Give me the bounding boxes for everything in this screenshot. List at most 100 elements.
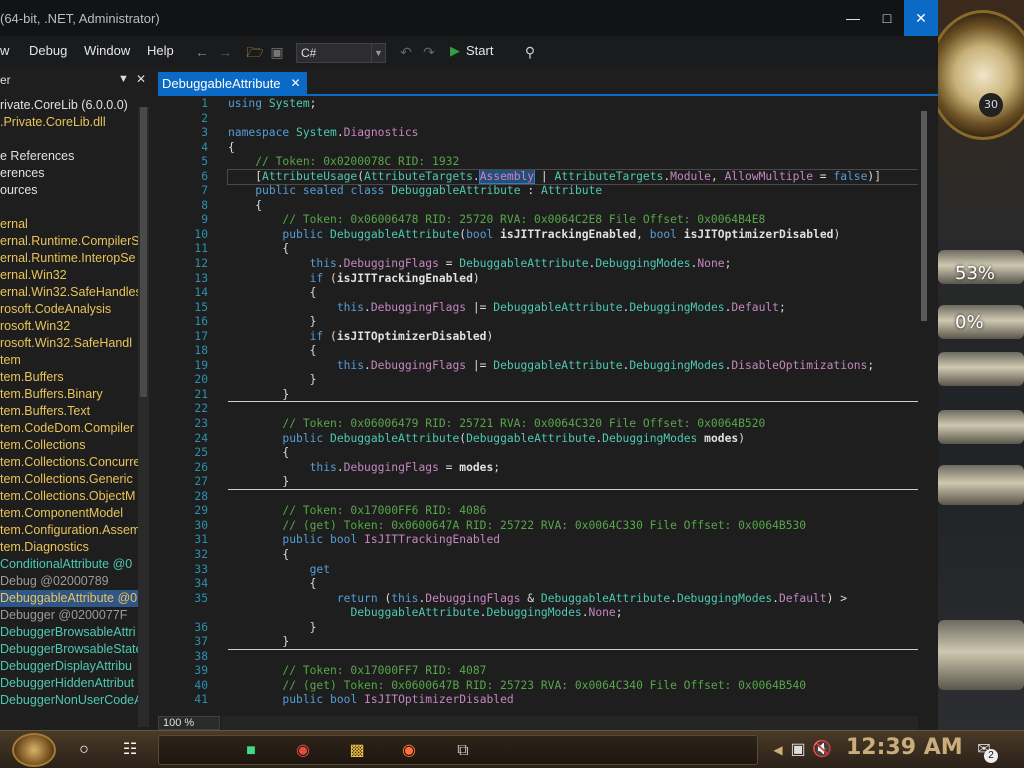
close-icon[interactable]: ✕ bbox=[904, 0, 938, 36]
code-line[interactable]: this.DebuggingFlags = DebuggableAttribut… bbox=[228, 257, 918, 272]
menu-view[interactable]: w bbox=[0, 43, 9, 58]
search-icon[interactable]: ⚲ bbox=[520, 42, 540, 62]
open-folder-icon[interactable]: 🗁 bbox=[245, 42, 265, 62]
menu-window[interactable]: Window bbox=[84, 43, 130, 58]
minimize-icon[interactable]: — bbox=[836, 0, 870, 36]
code-line[interactable]: } bbox=[228, 635, 918, 650]
code-line[interactable]: { bbox=[228, 446, 918, 461]
undo-icon[interactable]: ↶ bbox=[396, 42, 416, 62]
code-line[interactable]: // (get) Token: 0x0600647B RID: 25723 RV… bbox=[228, 679, 918, 694]
editor-vertical-scrollbar[interactable] bbox=[918, 97, 930, 715]
tree-item[interactable]: rivate.CoreLib (6.0.0.0) bbox=[0, 97, 138, 114]
tree-item[interactable]: ernal.Win32 bbox=[0, 267, 138, 284]
tree-item[interactable]: DebuggerHiddenAttribut bbox=[0, 675, 138, 692]
tree-item[interactable] bbox=[0, 199, 138, 216]
maximize-icon[interactable]: □ bbox=[870, 0, 904, 36]
tree-item[interactable]: tem.ComponentModel bbox=[0, 505, 138, 522]
tree-item[interactable]: tem.Configuration.Assem bbox=[0, 522, 138, 539]
tree-scrollbar[interactable] bbox=[138, 107, 149, 727]
back-icon[interactable]: ← bbox=[192, 42, 212, 62]
code-line[interactable]: [AttributeUsage(AttributeTargets.Assembl… bbox=[227, 168, 919, 186]
tree-item[interactable]: tem.Collections.ObjectM bbox=[0, 488, 138, 505]
code-line[interactable]: public bool IsJITOptimizerDisabled bbox=[228, 693, 918, 708]
code-line[interactable]: DebuggableAttribute.DebuggingModes.None; bbox=[228, 606, 918, 621]
code-line[interactable]: public DebuggableAttribute(bool isJITTra… bbox=[228, 228, 918, 243]
tab-debuggableattribute[interactable]: DebuggableAttribute ✕ bbox=[158, 72, 307, 96]
search-circle-icon[interactable]: ○ bbox=[72, 739, 96, 761]
code-line[interactable]: // Token: 0x06006479 RID: 25721 RVA: 0x0… bbox=[228, 417, 918, 432]
menu-help[interactable]: Help bbox=[147, 43, 174, 58]
tree-item[interactable]: rosoft.CodeAnalysis bbox=[0, 301, 138, 318]
close-icon[interactable]: ✕ bbox=[136, 73, 146, 86]
save-icon[interactable]: ▣ bbox=[267, 42, 287, 62]
tree-item[interactable]: tem.Collections.Generic bbox=[0, 471, 138, 488]
tree-item[interactable]: rosoft.Win32 bbox=[0, 318, 138, 335]
tree-item[interactable]: DebuggerBrowsableAttri bbox=[0, 624, 138, 641]
code-line[interactable]: public DebuggableAttribute(DebuggableAtt… bbox=[228, 432, 918, 447]
tree-item[interactable]: tem.Buffers.Text bbox=[0, 403, 138, 420]
code-line[interactable]: this.DebuggingFlags = modes; bbox=[228, 461, 918, 476]
code-line[interactable]: // Token: 0x06006478 RID: 25720 RVA: 0x0… bbox=[228, 213, 918, 228]
tree-item[interactable]: DebuggerDisplayAttribu bbox=[0, 658, 138, 675]
volume-muted-icon[interactable]: 🔇 bbox=[810, 739, 834, 761]
tree-item[interactable]: ources bbox=[0, 182, 138, 199]
code-line[interactable] bbox=[228, 112, 918, 127]
code-line[interactable]: namespace System.Diagnostics bbox=[228, 126, 918, 141]
start-button[interactable]: ▶ Start bbox=[450, 43, 493, 59]
code-line[interactable]: { bbox=[228, 577, 918, 592]
code-line[interactable]: } bbox=[228, 621, 918, 636]
code-line[interactable]: this.DebuggingFlags |= DebuggableAttribu… bbox=[228, 359, 918, 374]
tree-item[interactable]: ernal.Runtime.CompilerSe bbox=[0, 233, 138, 250]
scrollbar-thumb[interactable] bbox=[921, 111, 927, 321]
code-text[interactable]: using System; namespace System.Diagnostic… bbox=[227, 97, 919, 708]
code-editor[interactable]: 1 2 3 4 5 6 7 8 9 10 11 12 13 14 15 16 17 18 19 20 21 22 23 24 2… bbox=[158, 97, 930, 715]
code-line[interactable]: { bbox=[228, 286, 918, 301]
tree-item[interactable]: DebuggerBrowsableState bbox=[0, 641, 138, 658]
code-line[interactable]: { bbox=[228, 199, 918, 214]
scrollbar-thumb[interactable] bbox=[140, 107, 147, 397]
title-bar[interactable]: (64-bit, .NET, Administrator) — □ ✕ bbox=[0, 0, 938, 36]
tree-item[interactable]: ernal.Runtime.InteropSe bbox=[0, 250, 138, 267]
code-line[interactable]: // Token: 0x0200078C RID: 1932 bbox=[228, 155, 918, 170]
editor-horizontal-scrollbar[interactable] bbox=[222, 716, 918, 730]
file-explorer-icon[interactable]: ▩ bbox=[345, 740, 369, 762]
tree-item[interactable]: .Private.CoreLib.dll bbox=[0, 114, 138, 131]
code-line[interactable]: { bbox=[228, 141, 918, 156]
tree-item[interactable]: erences bbox=[0, 165, 138, 182]
code-line[interactable]: this.DebuggingFlags |= DebuggableAttribu… bbox=[228, 301, 918, 316]
forward-icon[interactable]: → bbox=[215, 42, 235, 62]
code-line[interactable]: if (isJITOptimizerDisabled) bbox=[228, 330, 918, 345]
network-icon[interactable]: ▣ bbox=[786, 739, 810, 761]
code-line[interactable]: { bbox=[228, 242, 918, 257]
code-line[interactable]: if (isJITTrackingEnabled) bbox=[228, 272, 918, 287]
tree-item[interactable]: e References bbox=[0, 148, 138, 165]
chrome-icon[interactable]: ◉ bbox=[291, 740, 315, 762]
code-line[interactable]: // (get) Token: 0x0600647A RID: 25722 RV… bbox=[228, 519, 918, 534]
tree-item[interactable]: Debug @02000789 bbox=[0, 573, 138, 590]
code-line[interactable] bbox=[228, 490, 918, 505]
tree-item[interactable]: rosoft.Win32.SafeHandl bbox=[0, 335, 138, 352]
tree-item[interactable]: Debugger @0200077F bbox=[0, 607, 138, 624]
code-line[interactable]: public sealed class DebuggableAttribute … bbox=[228, 184, 918, 199]
redo-icon[interactable]: ↷ bbox=[419, 42, 439, 62]
code-line[interactable]: using System; bbox=[228, 97, 918, 112]
tree-item[interactable]: ConditionalAttribute @0 bbox=[0, 556, 138, 573]
chat-app-icon[interactable]: ■ bbox=[239, 740, 263, 762]
tree-item[interactable]: tem bbox=[0, 352, 138, 369]
code-line[interactable]: // Token: 0x17000FF7 RID: 4087 bbox=[228, 664, 918, 679]
code-line[interactable]: } bbox=[228, 388, 918, 403]
tree-item[interactable]: tem.Collections.Concurre bbox=[0, 454, 138, 471]
close-icon[interactable]: ✕ bbox=[290, 76, 300, 90]
code-line[interactable] bbox=[228, 402, 918, 417]
code-line[interactable]: // Token: 0x17000FF6 RID: 4086 bbox=[228, 504, 918, 519]
firefox-icon[interactable]: ◉ bbox=[397, 740, 421, 762]
tree-item[interactable]: tem.Buffers.Binary bbox=[0, 386, 138, 403]
chevron-down-icon[interactable]: ▼ bbox=[118, 73, 129, 85]
tree-item[interactable]: tem.Diagnostics bbox=[0, 539, 138, 556]
code-line[interactable]: { bbox=[228, 344, 918, 359]
tree-item[interactable]: ernal.Win32.SafeHandles bbox=[0, 284, 138, 301]
tree-item[interactable]: tem.Buffers bbox=[0, 369, 138, 386]
code-line[interactable]: public bool IsJITTrackingEnabled bbox=[228, 533, 918, 548]
multi-window-icon[interactable]: ⧉ bbox=[451, 740, 475, 762]
code-line[interactable]: } bbox=[228, 475, 918, 490]
